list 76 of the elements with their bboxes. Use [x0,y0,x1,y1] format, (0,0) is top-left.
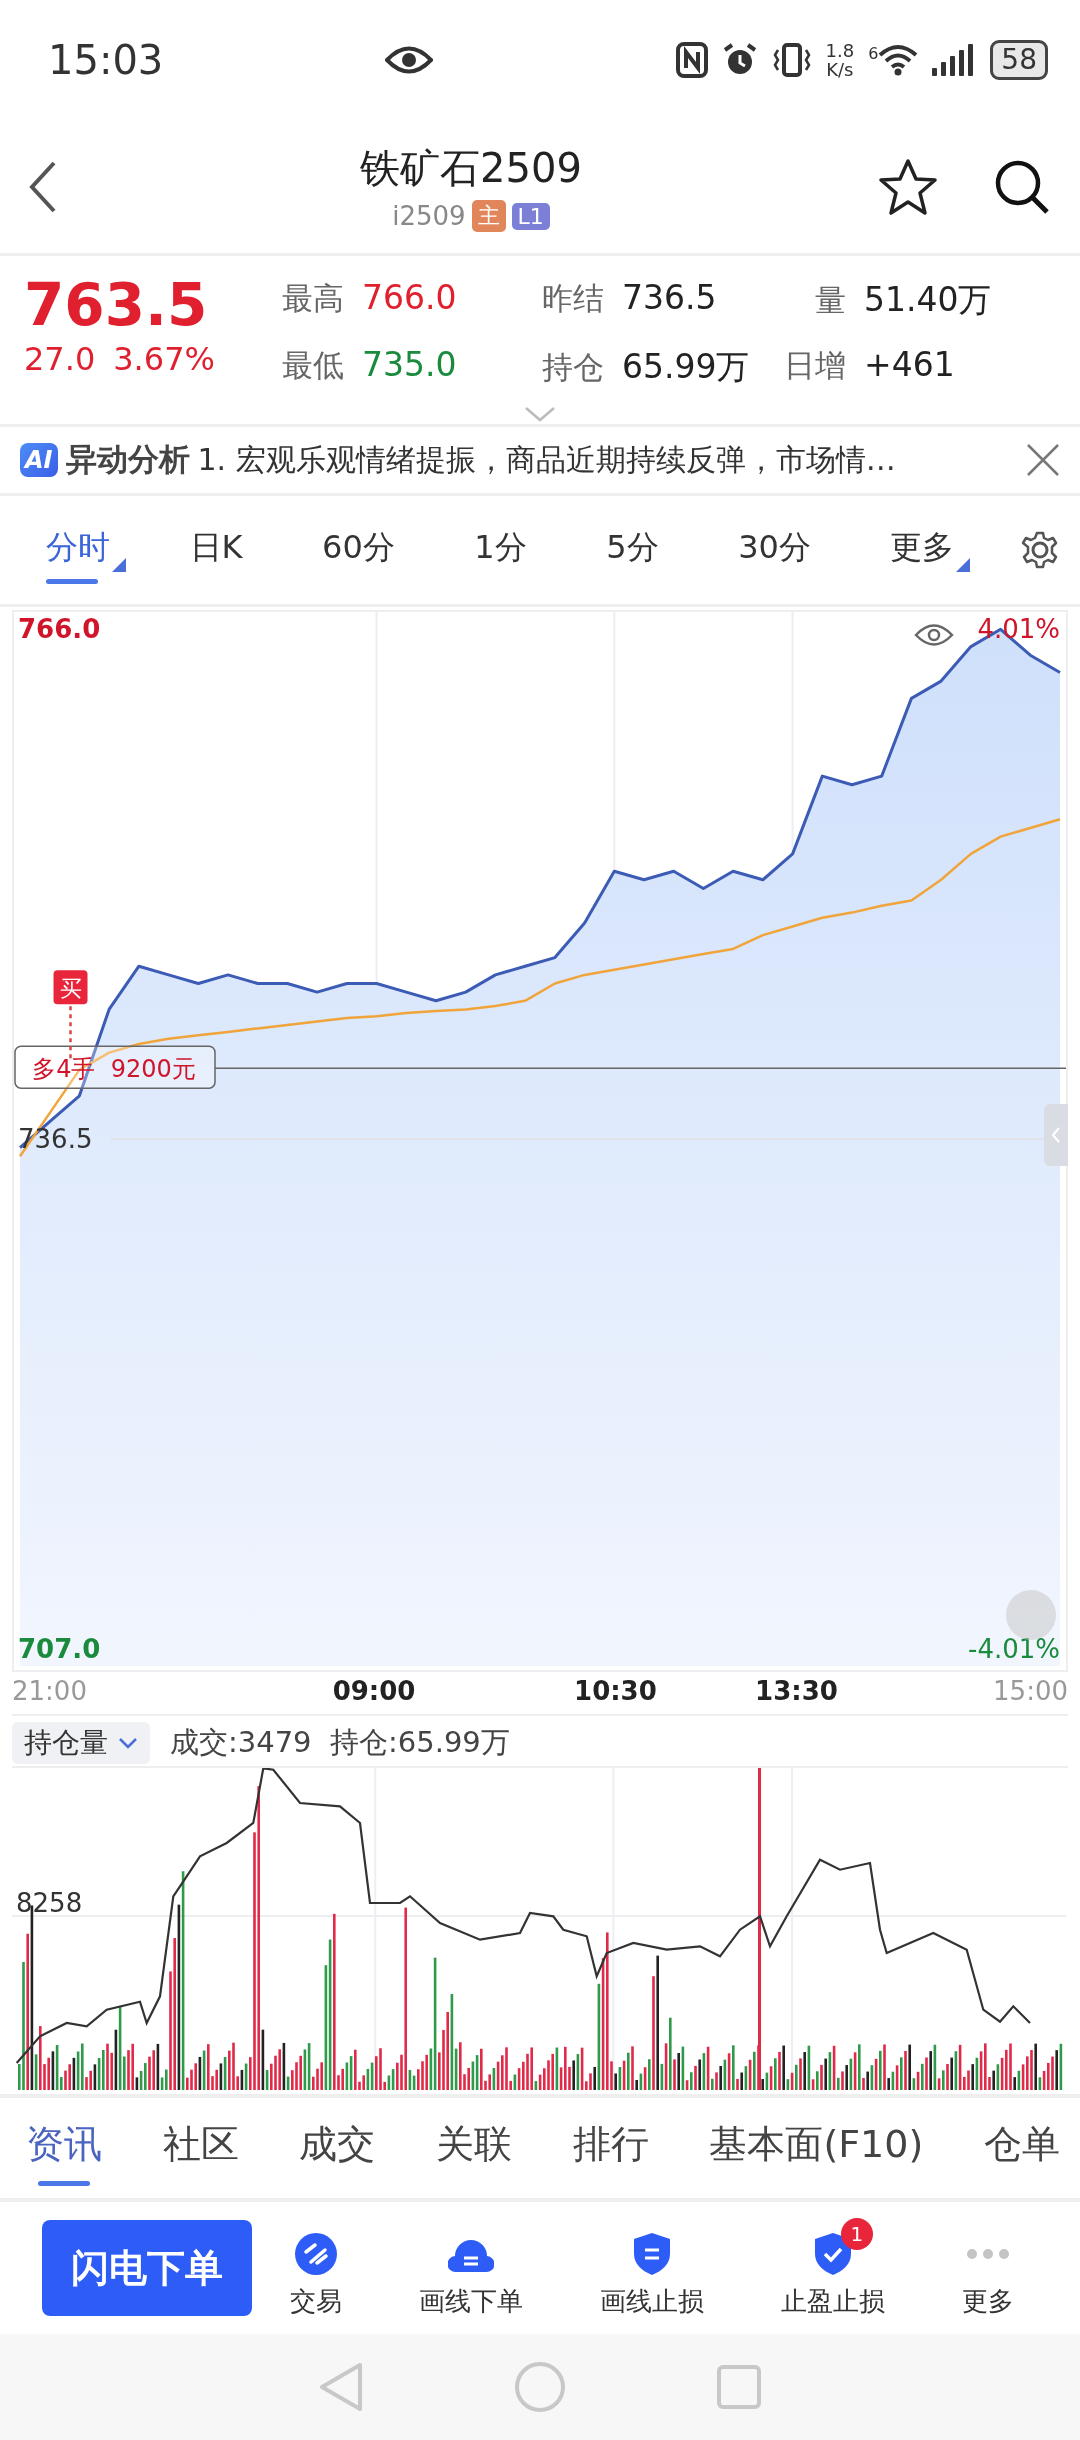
stat-value: 65.99万 [622,346,750,388]
period-tab[interactable]: 更多 [876,516,969,584]
info-tab[interactable]: 关联 [436,2110,513,2186]
contract-title: 铁矿石2509 [360,144,582,193]
stat-label: 最高 [282,279,344,318]
chevron-left-icon [1051,1126,1061,1144]
notification-badge: 1 [840,2217,873,2250]
period-tab[interactable]: 30分 [724,516,825,584]
stat-value: 51.40万 [864,279,992,321]
time-label: 10:30 [574,1676,657,1706]
search-icon[interactable] [994,158,1050,215]
change-percent: 3.67% [113,340,215,378]
eye-icon [385,45,434,75]
indicator-dropdown[interactable]: 持仓量 [12,1722,150,1764]
banner-text[interactable]: 1. 宏观乐观情绪提振，商品近期持续反弹，市场情… [197,439,1018,481]
wifi-icon [878,44,919,76]
menu-corner-icon [112,558,126,572]
period-tab[interactable]: 分时 [32,516,124,584]
settings-icon[interactable] [1019,530,1060,570]
info-tab[interactable]: 成交 [299,2110,376,2186]
toolbar-action[interactable]: 止盈止损 1 [774,2217,891,2319]
info-tab[interactable]: 基本面(F10) [709,2110,924,2186]
star-icon[interactable] [878,157,938,216]
percent-label: 4.01% [977,614,1060,645]
stat-label: 日增 [783,346,846,385]
shield-icon [632,2231,672,2276]
period-tab[interactable]: 日K [175,516,257,584]
status-time: 15:03 [48,37,164,83]
stat-label: 昨结 [542,279,604,318]
toolbar-action[interactable]: 画线止损 [594,2217,710,2319]
wifi-label: 6 [868,44,879,63]
vibrate-icon [771,42,812,78]
trade-icon [294,2231,339,2276]
y-axis-label: 8258 [16,1888,83,1918]
network-speed: 1.8 K/s [825,41,855,79]
ai-logo: AI [20,443,58,477]
percent-label: -4.01% [968,1633,1060,1664]
y-axis-label: 707.0 [18,1633,101,1664]
close-icon[interactable] [1026,443,1060,477]
shield-check-icon [812,2231,853,2276]
toolbar-action[interactable]: 画线下单 [413,2217,530,2319]
time-label: 13:30 [755,1676,838,1706]
time-label: 09:00 [332,1676,416,1706]
stat-value: 766.0 [362,278,457,317]
info-tab[interactable]: 排行 [572,2110,649,2186]
eye-icon[interactable] [914,622,954,648]
menu-corner-icon [956,558,971,572]
stat-value: 735.0 [362,345,457,384]
period-tab[interactable]: 60分 [308,516,409,584]
battery-indicator: 58 [990,40,1048,80]
time-label: 21:00 [12,1676,87,1706]
toolbar-action[interactable]: 更多 [955,2217,1020,2319]
quick-order-button[interactable]: 闪电下单 [42,2220,252,2316]
banner-title: 异动分析 [65,440,190,479]
caret-icon [118,1737,138,1749]
time-label: 15:00 [993,1676,1068,1706]
toolbar-action[interactable]: 交易 [284,2217,349,2319]
stat-value: 736.5 [622,278,717,317]
stat-value: +461 [864,345,955,384]
info-tab[interactable]: 资讯 [26,2110,102,2186]
contract-code: i2509 [392,201,466,231]
stat-label: 量 [814,281,846,320]
volume-summary: 成交:3479 持仓:65.99万 [170,1724,510,1761]
info-tab[interactable]: 社区 [162,2110,239,2186]
period-tab[interactable]: 5分 [592,516,673,584]
price-change: 27.0 [24,340,96,378]
info-tab[interactable]: 仓单 [984,2110,1060,2186]
more-icon [964,2248,1011,2259]
y-axis-label: 766.0 [18,614,101,645]
last-price: 763.5 [24,270,209,340]
stat-label: 最低 [282,346,344,385]
contract-tag: L1 [511,202,550,230]
nfc-icon [675,42,708,78]
period-tab[interactable]: 1分 [460,516,541,584]
stat-label: 持仓 [542,348,604,387]
contract-tag: 主 [471,200,506,232]
